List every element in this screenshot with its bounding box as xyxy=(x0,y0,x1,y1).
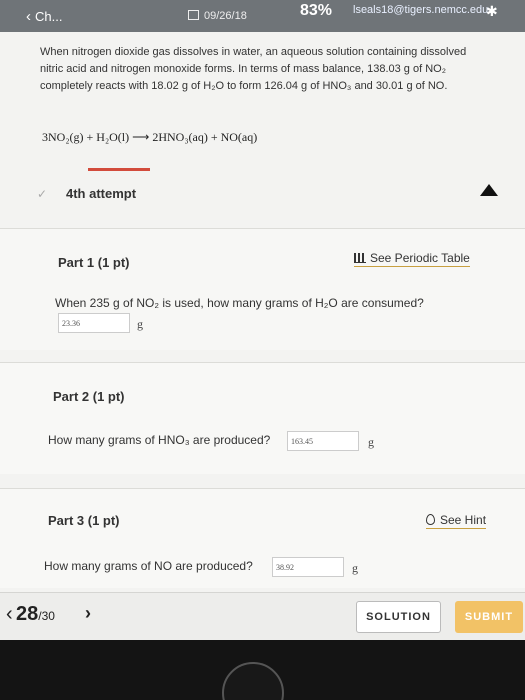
check-icon: ✓ xyxy=(37,187,48,201)
part-2-card: Part 2 (1 pt) How many grams of HNO₃ are… xyxy=(0,362,525,474)
next-question-icon[interactable]: › xyxy=(85,603,91,624)
bottom-nav: ‹ 28/30 › SOLUTION SUBMIT xyxy=(0,592,525,640)
problem-text: When nitrogen dioxide gas dissolves in w… xyxy=(40,46,467,92)
part-3-answer-input[interactable]: 38.92 xyxy=(272,557,344,577)
part-2-unit: g xyxy=(368,435,374,449)
prev-question-icon[interactable]: ‹ xyxy=(6,603,13,626)
part-1-unit: g xyxy=(137,317,143,331)
home-button[interactable] xyxy=(222,662,284,700)
submit-button[interactable]: SUBMIT xyxy=(455,601,523,633)
screen: ‹ Ch... 09/26/18 83% lseals18@tigers.nemc… xyxy=(0,0,525,640)
periodic-table-link[interactable]: See Periodic Table xyxy=(354,251,470,267)
total-questions: /30 xyxy=(38,609,55,623)
chevron-left-icon: ‹ xyxy=(26,8,31,25)
part-2-answer-input[interactable]: 163.45 xyxy=(287,431,359,451)
date-text: 09/26/18 xyxy=(204,10,247,22)
part-3-unit: g xyxy=(352,561,358,575)
part-2-question: How many grams of HNO₃ are produced? xyxy=(48,433,271,447)
device-bezel xyxy=(0,640,525,700)
gear-icon[interactable]: ✱ xyxy=(486,3,498,20)
part-3-question: How many grams of NO are produced? xyxy=(44,559,253,573)
part-1-card: Part 1 (1 pt) See Periodic Table When 23… xyxy=(0,228,525,350)
attempt-header[interactable]: ✓ 4th attempt xyxy=(0,172,525,222)
back-button[interactable]: ‹ Ch... xyxy=(26,8,62,25)
hint-label: See Hint xyxy=(440,513,487,527)
question-counter: 28/30 xyxy=(16,603,55,626)
collapse-arrow-icon[interactable] xyxy=(480,184,498,196)
hint-link[interactable]: See Hint xyxy=(426,513,487,529)
battery-percent: 83% xyxy=(300,2,333,19)
part-1-question: When 235 g of NO₂ is used, how many gram… xyxy=(55,296,424,310)
part-3-title: Part 3 (1 pt) xyxy=(48,513,120,528)
status-bar: ‹ Ch... 09/26/18 83% lseals18@tigers.nemc… xyxy=(0,0,525,32)
attempt-label: 4th attempt xyxy=(66,186,137,201)
periodic-table-icon xyxy=(354,253,366,263)
current-question: 28 xyxy=(16,603,39,625)
periodic-table-label: See Periodic Table xyxy=(370,251,470,265)
chemical-equation: 3NO₂(g) + H₂O(l) ⟶ 2HNO₃(aq) + NO(aq) xyxy=(42,130,258,144)
due-date: 09/26/18 xyxy=(188,10,247,22)
part-1-title: Part 1 (1 pt) xyxy=(58,255,130,270)
user-email: lseals18@tigers.nemcc.edu xyxy=(353,4,489,16)
lightbulb-icon xyxy=(426,514,435,525)
solution-button[interactable]: SOLUTION xyxy=(356,601,441,633)
part-3-card: Part 3 (1 pt) See Hint How many grams of… xyxy=(0,488,525,588)
calendar-icon xyxy=(188,10,199,20)
part-2-title: Part 2 (1 pt) xyxy=(53,389,125,404)
part-1-answer-input[interactable]: 23.36 xyxy=(58,313,130,333)
tab-indicator xyxy=(88,168,150,171)
back-label: Ch... xyxy=(35,9,63,24)
